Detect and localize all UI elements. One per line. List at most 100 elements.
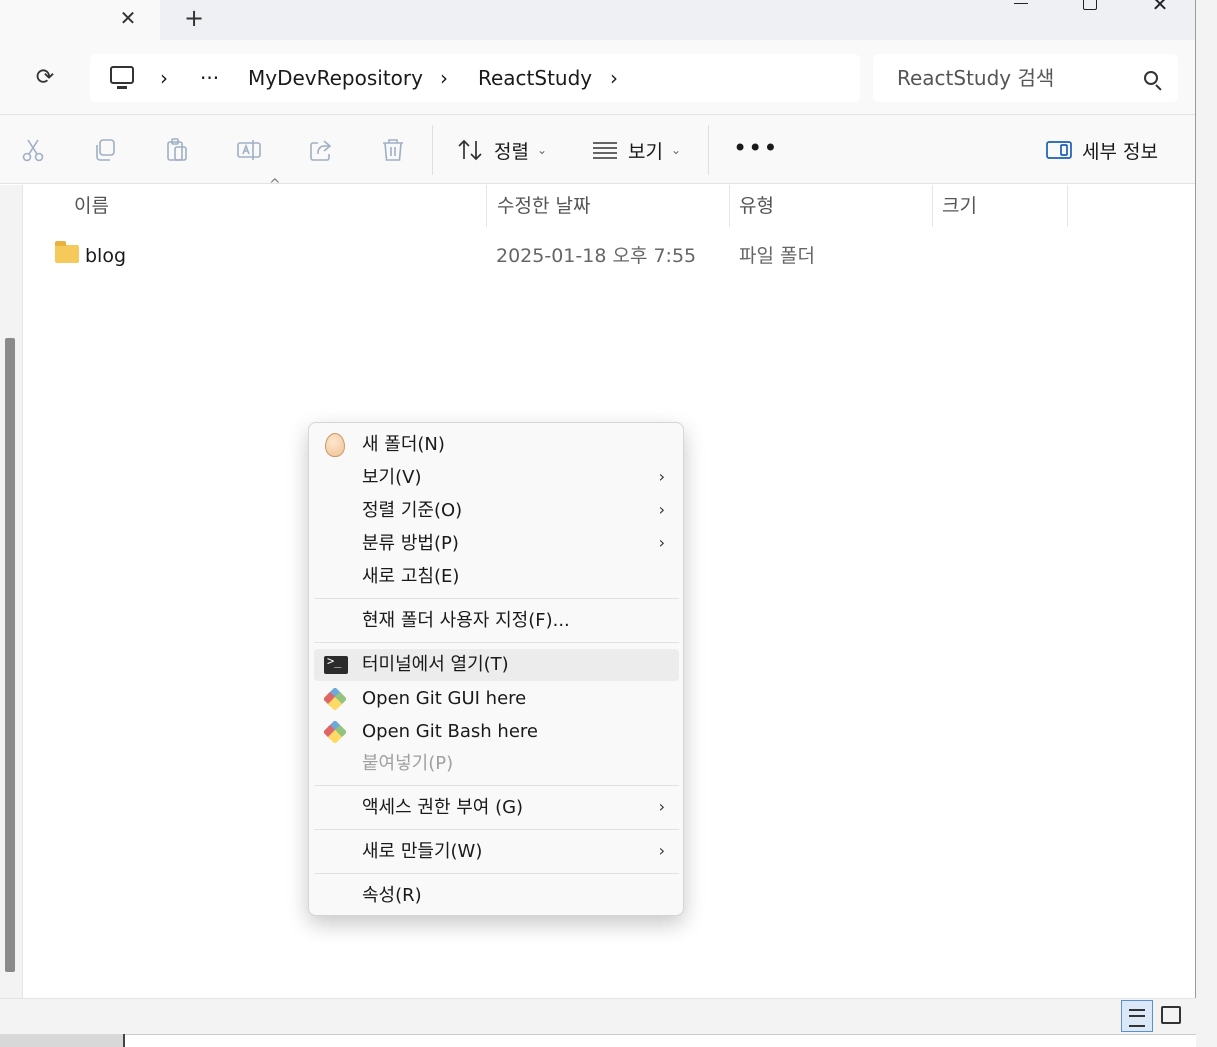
search-icon[interactable] bbox=[1144, 71, 1158, 85]
menu-item-properties[interactable]: 속성(R) bbox=[314, 880, 679, 912]
menu-item-label: 붙여넣기(P) bbox=[362, 753, 454, 774]
refresh-icon[interactable]: ⟳ bbox=[30, 64, 60, 94]
details-pane-icon bbox=[1046, 141, 1072, 159]
chevron-right-icon: › bbox=[658, 467, 665, 486]
file-type: 파일 폴더 bbox=[739, 245, 815, 267]
menu-item-label: 분류 방법(P) bbox=[362, 533, 459, 554]
menu-item-refresh[interactable]: 새로 고침(E) bbox=[314, 561, 679, 593]
details-pane-button[interactable]: 세부 정보 bbox=[1046, 115, 1158, 185]
new-tab-icon[interactable]: + bbox=[180, 4, 208, 32]
breadcrumb[interactable]: › ··· MyDevRepository › ReactStudy › bbox=[90, 54, 860, 102]
maximize-button[interactable] bbox=[1070, 0, 1110, 16]
menu-item-label: 현재 폴더 사용자 지정(F)... bbox=[362, 610, 570, 631]
menu-item-label: 속성(R) bbox=[362, 885, 422, 906]
column-divider[interactable] bbox=[932, 185, 933, 227]
toolbar-separator bbox=[708, 125, 709, 175]
menu-item-label: 정렬 기준(O) bbox=[362, 500, 463, 521]
column-header-row: ^ 이름 수정한 날짜 유형 크기 bbox=[24, 177, 1195, 227]
paste-icon[interactable] bbox=[164, 137, 190, 163]
menu-item-open-git-bash[interactable]: Open Git Bash here bbox=[314, 716, 679, 748]
menu-item-label: 새로 고침(E) bbox=[362, 566, 460, 587]
menu-separator bbox=[314, 873, 679, 874]
details-view-icon[interactable] bbox=[1121, 1000, 1153, 1032]
menu-item-label: 새 폴더(N) bbox=[362, 434, 445, 455]
menu-item-view[interactable]: 보기(V) › bbox=[314, 462, 679, 494]
menu-item-label: 보기(V) bbox=[362, 467, 422, 488]
rename-icon[interactable] bbox=[236, 137, 262, 163]
chevron-right-icon[interactable]: › bbox=[440, 54, 448, 102]
background-window bbox=[0, 1034, 1196, 1047]
sort-ascending-icon: ^ bbox=[269, 177, 281, 193]
sort-icon bbox=[458, 139, 482, 161]
column-divider[interactable] bbox=[486, 185, 487, 227]
new-folder-icon bbox=[325, 433, 345, 457]
title-bar: ✕ + ✕ bbox=[0, 0, 1196, 40]
toolbar-separator bbox=[432, 125, 433, 175]
close-window-button[interactable]: ✕ bbox=[1140, 0, 1180, 16]
more-options-icon[interactable]: ••• bbox=[733, 136, 778, 160]
git-icon bbox=[324, 688, 346, 710]
chevron-right-icon[interactable]: › bbox=[610, 54, 618, 102]
background-window-edge bbox=[0, 1034, 125, 1047]
column-divider[interactable] bbox=[1067, 185, 1068, 227]
this-pc-icon[interactable] bbox=[110, 66, 134, 89]
breadcrumb-overflow[interactable]: ··· bbox=[200, 54, 219, 102]
column-divider[interactable] bbox=[729, 185, 730, 227]
close-tab-icon[interactable]: ✕ bbox=[114, 4, 142, 32]
column-size[interactable]: 크기 bbox=[942, 185, 977, 227]
git-icon bbox=[324, 721, 346, 743]
cut-icon[interactable] bbox=[20, 137, 46, 163]
menu-item-label: 새로 만들기(W) bbox=[362, 841, 483, 862]
column-date[interactable]: 수정한 날짜 bbox=[497, 185, 590, 227]
menu-item-group-by[interactable]: 분류 방법(P) › bbox=[314, 528, 679, 560]
sort-button[interactable]: 정렬 ⌄ bbox=[456, 115, 547, 185]
menu-item-paste: 붙여넣기(P) bbox=[314, 748, 679, 780]
breadcrumb-mydevrepository[interactable]: MyDevRepository bbox=[248, 54, 423, 102]
large-icons-view-icon[interactable] bbox=[1161, 1006, 1181, 1024]
file-date: 2025-01-18 오후 7:55 bbox=[496, 245, 697, 267]
breadcrumb-reactstudy[interactable]: ReactStudy bbox=[478, 54, 592, 102]
status-bar bbox=[0, 998, 1196, 1034]
chevron-down-icon: ⌄ bbox=[536, 143, 548, 157]
chevron-right-icon: › bbox=[658, 500, 665, 519]
minimize-button[interactable] bbox=[1001, 0, 1041, 16]
menu-separator bbox=[314, 829, 679, 830]
details-label: 세부 정보 bbox=[1082, 140, 1158, 163]
address-bar-row: ⟳ › ··· MyDevRepository › ReactStudy › R… bbox=[0, 40, 1196, 114]
search-input[interactable]: ReactStudy 검색 bbox=[873, 54, 1178, 102]
menu-item-open-in-terminal[interactable]: 터미널에서 열기(T) bbox=[314, 649, 679, 681]
menu-item-customize-folder[interactable]: 현재 폴더 사용자 지정(F)... bbox=[314, 605, 679, 637]
window-edge bbox=[1195, 0, 1217, 1047]
chevron-right-icon: › bbox=[658, 797, 665, 816]
menu-item-give-access[interactable]: 액세스 권한 부여 (G) › bbox=[314, 792, 679, 824]
menu-item-label: 터미널에서 열기(T) bbox=[362, 654, 509, 675]
menu-separator bbox=[314, 598, 679, 599]
column-type[interactable]: 유형 bbox=[739, 185, 774, 227]
chevron-down-icon: ⌄ bbox=[670, 143, 682, 157]
context-menu: 새 폴더(N) 보기(V) › 정렬 기준(O) › 분류 방법(P) › 새로… bbox=[308, 422, 684, 916]
delete-icon[interactable] bbox=[380, 137, 406, 163]
share-icon[interactable] bbox=[308, 137, 334, 163]
file-row[interactable]: blog 2025-01-18 오후 7:55 파일 폴더 bbox=[24, 234, 1195, 278]
menu-item-label: Open Git GUI here bbox=[362, 688, 527, 709]
search-placeholder: ReactStudy 검색 bbox=[897, 66, 1055, 90]
chevron-right-icon: › bbox=[658, 841, 665, 860]
menu-separator bbox=[314, 642, 679, 643]
command-bar: 정렬 ⌄ 보기 ⌄ ••• 세부 정보 bbox=[0, 114, 1196, 184]
navigation-scrollbar[interactable] bbox=[5, 338, 15, 972]
menu-item-label: Open Git Bash here bbox=[362, 721, 538, 742]
terminal-icon bbox=[324, 654, 348, 674]
chevron-right-icon: › bbox=[658, 533, 665, 552]
folder-icon bbox=[55, 241, 79, 263]
menu-item-label: 액세스 권한 부여 (G) bbox=[362, 797, 524, 818]
menu-item-new-folder[interactable]: 새 폴더(N) bbox=[314, 429, 679, 461]
column-name[interactable]: 이름 bbox=[74, 185, 109, 227]
view-button[interactable]: 보기 ⌄ bbox=[592, 115, 681, 185]
copy-icon[interactable] bbox=[92, 137, 118, 163]
menu-item-open-git-gui[interactable]: Open Git GUI here bbox=[314, 683, 679, 715]
menu-separator bbox=[314, 785, 679, 786]
chevron-right-icon[interactable]: › bbox=[160, 54, 168, 102]
menu-item-new[interactable]: 새로 만들기(W) › bbox=[314, 836, 679, 868]
file-name: blog bbox=[85, 245, 127, 267]
menu-item-sort-by[interactable]: 정렬 기준(O) › bbox=[314, 495, 679, 527]
